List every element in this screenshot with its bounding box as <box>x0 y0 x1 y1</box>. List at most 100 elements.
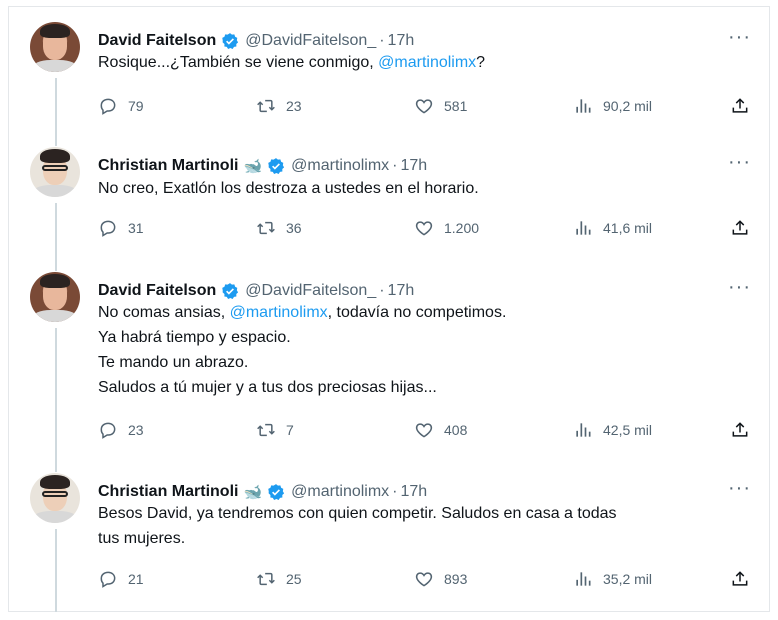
retweet-icon <box>256 96 286 116</box>
text-segment: ? <box>476 54 486 71</box>
like-button[interactable]: 1.200 <box>414 218 479 238</box>
reply-button[interactable]: 79 <box>98 96 144 116</box>
more-options-icon[interactable]: ··· <box>728 26 751 49</box>
retweet-count: 7 <box>286 422 294 438</box>
avatar[interactable] <box>30 22 80 72</box>
reply-count: 31 <box>128 220 144 236</box>
tweet-header: David Faitelson @DavidFaitelson_ · 17h <box>98 280 414 302</box>
text-segment: Besos David, ya tendremos con quien comp… <box>98 505 617 522</box>
retweet-button[interactable]: 36 <box>256 218 302 238</box>
verified-badge-icon[interactable] <box>267 157 285 175</box>
more-options-icon[interactable]: ··· <box>728 477 751 500</box>
retweet-count: 36 <box>286 220 302 236</box>
views-button[interactable]: 41,6 mil <box>573 218 652 238</box>
retweet-button[interactable]: 7 <box>256 420 294 440</box>
author-name[interactable]: Christian Martinoli <box>98 483 238 501</box>
tweet-text: Besos David, ya tendremos con quien comp… <box>98 501 743 551</box>
separator-dot: · <box>392 157 398 174</box>
timestamp[interactable]: 17h <box>388 282 415 300</box>
views-chart-icon <box>573 569 603 589</box>
avatar[interactable] <box>30 147 80 197</box>
more-options-icon[interactable]: ··· <box>728 151 751 174</box>
action-bar: 31 36 1.200 41,6 mil <box>0 218 778 242</box>
author-name[interactable]: David Faitelson <box>98 282 216 300</box>
views-button[interactable]: 35,2 mil <box>573 569 652 589</box>
retweet-button[interactable]: 25 <box>256 569 302 589</box>
reply-icon <box>98 96 128 116</box>
thread-connector-line <box>55 328 57 472</box>
timestamp[interactable]: 17h <box>401 157 428 175</box>
heart-icon <box>414 96 444 116</box>
like-button[interactable]: 408 <box>414 420 467 440</box>
verified-badge-icon[interactable] <box>221 32 239 50</box>
views-count: 41,6 mil <box>603 220 653 236</box>
share-button[interactable] <box>730 569 760 589</box>
heart-icon <box>414 218 444 238</box>
avatar-hair <box>40 24 70 38</box>
like-count: 581 <box>444 98 468 114</box>
text-segment: , todavía no competimos. <box>327 304 507 321</box>
text-segment: tus mujeres. <box>98 530 186 547</box>
retweet-icon <box>256 569 286 589</box>
author-handle[interactable]: @martinolimx <box>291 157 389 175</box>
tweet-text: No creo, Exatlón los destroza a ustedes … <box>98 176 743 201</box>
tweet-text-line: Rosique...¿También se viene conmigo, @ma… <box>98 50 743 75</box>
avatar-glasses <box>42 491 68 497</box>
reply-icon <box>98 218 128 238</box>
tweet-text-line: tus mujeres. <box>98 526 743 551</box>
views-count: 35,2 mil <box>603 571 653 587</box>
author-handle[interactable]: @DavidFaitelson_ <box>245 282 376 300</box>
tweet-text: Rosique...¿También se viene conmigo, @ma… <box>98 50 743 75</box>
share-button[interactable] <box>730 218 760 238</box>
verified-badge-icon[interactable] <box>267 483 285 501</box>
author-name[interactable]: Christian Martinoli <box>98 157 238 175</box>
avatar-shirt <box>32 310 78 322</box>
avatar-shirt <box>32 185 78 197</box>
views-chart-icon <box>573 96 603 116</box>
views-count: 90,2 mil <box>603 98 653 114</box>
heart-icon <box>414 569 444 589</box>
mention-link[interactable]: @martinolimx <box>230 304 328 321</box>
heart-icon <box>414 420 444 440</box>
share-button[interactable] <box>730 420 760 440</box>
timestamp[interactable]: 17h <box>401 483 428 501</box>
tweet-text-line: Besos David, ya tendremos con quien comp… <box>98 501 743 526</box>
tweet-text-line: Saludos a tú mujer y a tus dos preciosas… <box>98 375 743 400</box>
views-button[interactable]: 90,2 mil <box>573 96 652 116</box>
reply-button[interactable]: 31 <box>98 218 144 238</box>
separator-dot: · <box>379 282 385 299</box>
like-count: 408 <box>444 422 468 438</box>
reply-icon <box>98 420 128 440</box>
verified-badge-icon[interactable] <box>221 282 239 300</box>
text-segment: Saludos a tú mujer y a tus dos preciosas… <box>98 379 437 396</box>
avatar-glasses <box>42 165 68 171</box>
retweet-button[interactable]: 23 <box>256 96 302 116</box>
timestamp[interactable]: 17h <box>388 32 415 50</box>
avatar-hair <box>40 475 70 489</box>
reply-icon <box>98 569 128 589</box>
avatar[interactable] <box>30 473 80 523</box>
tweet-header: Christian Martinoli 🐋 @martinolimx · 17h <box>98 481 427 503</box>
avatar-hair <box>40 149 70 163</box>
share-icon <box>730 569 760 589</box>
tweet-text-line: No comas ansias, @martinolimx, todavía n… <box>98 300 743 325</box>
like-button[interactable]: 893 <box>414 569 467 589</box>
separator-dot: · <box>392 483 398 500</box>
whale-emoji-icon: 🐋 <box>243 158 263 175</box>
views-button[interactable]: 42,5 mil <box>573 420 652 440</box>
avatar[interactable] <box>30 272 80 322</box>
views-chart-icon <box>573 420 603 440</box>
author-handle[interactable]: @DavidFaitelson_ <box>245 32 376 50</box>
tweet-text-line: Te mando un abrazo. <box>98 350 743 375</box>
reply-button[interactable]: 21 <box>98 569 144 589</box>
reply-count: 21 <box>128 571 144 587</box>
more-options-icon[interactable]: ··· <box>728 276 751 299</box>
reply-count: 23 <box>128 422 144 438</box>
like-button[interactable]: 581 <box>414 96 467 116</box>
share-button[interactable] <box>730 96 760 116</box>
author-handle[interactable]: @martinolimx <box>291 483 389 501</box>
tweet-text-line: No creo, Exatlón los destroza a ustedes … <box>98 176 743 201</box>
mention-link[interactable]: @martinolimx <box>378 54 476 71</box>
reply-button[interactable]: 23 <box>98 420 144 440</box>
author-name[interactable]: David Faitelson <box>98 32 216 50</box>
